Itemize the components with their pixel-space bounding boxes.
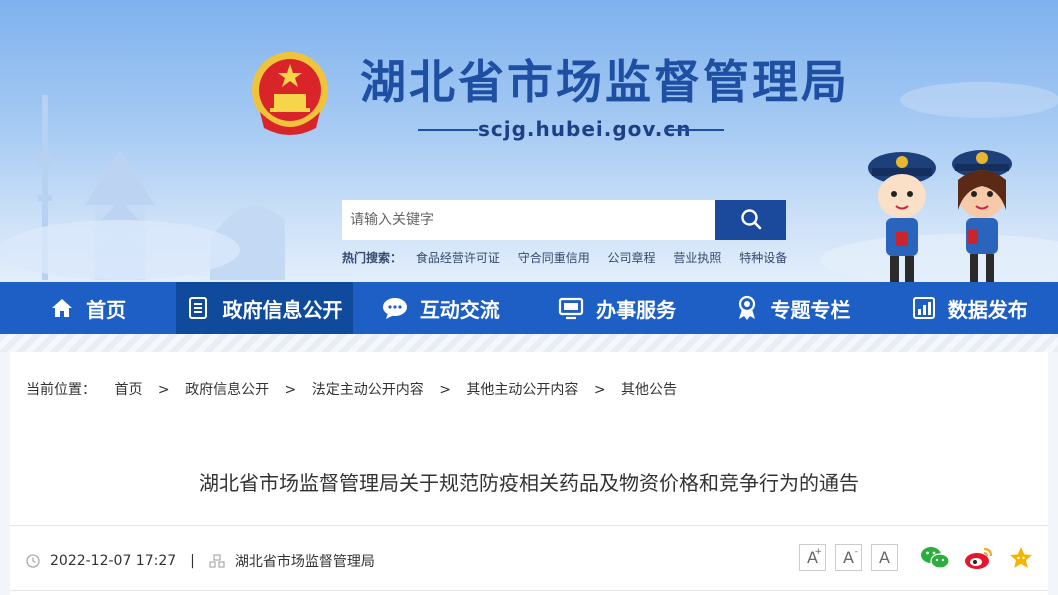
search-icon [740,208,761,229]
hot-search-label: 热门搜索： [342,251,403,265]
breadcrumb-separator: > [284,382,297,398]
nav-item-label: 办事服务 [596,297,677,322]
organization-icon [209,554,225,568]
breadcrumb-item-gov-info[interactable]: 政府信息公开 [185,379,269,399]
clock-icon [26,554,40,568]
breadcrumb-item-home[interactable]: 首页 [114,379,142,399]
share-icons [920,545,1048,575]
nav-item-interaction[interactable]: 互动交流 [353,282,529,334]
nav-item-label: 互动交流 [419,297,500,322]
favorite-star-icon [1010,547,1032,568]
document-list-icon [189,297,208,319]
nav-item-data[interactable]: 数据发布 [882,282,1058,334]
site-title: 湖北省市场监督管理局 [360,55,850,109]
font-increase-button[interactable]: A + [799,544,826,571]
decorative-line [418,129,478,131]
monitor-icon [559,297,584,320]
breadcrumb-item-other-content[interactable]: 其他主动公开内容 [466,379,578,399]
nav-item-topics[interactable]: 专题专栏 [705,282,881,334]
publish-datetime: 2022-12-07 17:27 [50,553,177,569]
header-banner: 湖北省市场监督管理局 scjg.hubei.gov.cn 热门搜索： 食品经营许… [0,0,1058,282]
breadcrumb: 当前位置： 首页 > 政府信息公开 > 法定主动公开内容 > 其他主动公开内容 … [26,379,677,399]
mascot-illustration [868,150,1012,282]
nav-item-label: 数据发布 [947,297,1028,322]
font-increase-sup: + [814,547,822,557]
nav-item-home[interactable]: 首页 [0,282,176,334]
title-divider [10,525,1048,526]
decorative-line [664,129,724,131]
hot-link[interactable]: 公司章程 [608,251,656,265]
bar-chart-icon [912,297,935,319]
meta-separator: | [190,553,195,569]
weibo-share-button[interactable] [964,545,994,575]
badge-icon [739,295,756,320]
nav-item-label: 政府信息公开 [222,297,343,322]
nav-item-gov-info[interactable]: 政府信息公开 [176,282,353,334]
nav-item-label: 专题专栏 [770,297,851,322]
font-reset-label: A [879,548,890,567]
nav-item-label: 首页 [86,297,127,322]
font-decrease-label: A [843,548,854,567]
breadcrumb-separator: > [439,382,451,398]
nav-divider-band [0,334,1058,352]
article-meta: 2022-12-07 17:27 | 湖北省市场监督管理局 [26,551,375,571]
meta-divider [10,590,1048,591]
font-decrease-sup: - [854,547,858,557]
site-domain: scjg.hubei.gov.cn [418,115,724,143]
hot-link[interactable]: 食品经营许可证 [416,251,500,265]
home-icon [52,299,73,317]
article-panel: 当前位置： 首页 > 政府信息公开 > 法定主动公开内容 > 其他主动公开内容 … [10,352,1048,595]
breadcrumb-item-statutory[interactable]: 法定主动公开内容 [312,379,424,399]
search-input[interactable] [342,200,715,240]
nav-item-services[interactable]: 办事服务 [529,282,705,334]
chat-bubble-icon [382,298,407,319]
favorite-button[interactable] [1008,545,1034,575]
font-decrease-button[interactable]: A - [835,544,862,571]
wechat-share-button[interactable] [920,545,950,575]
breadcrumb-label: 当前位置： [26,382,96,398]
wechat-icon [921,547,950,569]
main-nav: 首页 政府信息公开 互动交流 办事服务 专题专栏 数据发布 [0,282,1058,334]
weibo-icon [965,547,993,569]
breadcrumb-item-other-notices[interactable]: 其他公告 [621,379,677,399]
article-source: 湖北省市场监督管理局 [234,554,375,570]
breadcrumb-separator: > [157,382,170,398]
breadcrumb-separator: > [593,382,606,398]
hot-search: 热门搜索： 食品经营许可证 守合同重信用 公司章程 营业执照 特种设备 [342,249,801,266]
article-title: 湖北省市场监督管理局关于规范防疫相关药品及物资价格和竞争行为的通告 [199,471,859,495]
search-button[interactable] [715,200,786,240]
hot-link[interactable]: 特种设备 [739,251,787,265]
hot-link[interactable]: 守合同重信用 [518,251,590,265]
font-size-controls: A + A - A [799,544,907,571]
hot-link[interactable]: 营业执照 [673,251,721,265]
national-emblem-icon [252,52,328,135]
domain-text: scjg.hubei.gov.cn [478,117,692,141]
font-reset-button[interactable]: A [871,544,898,571]
